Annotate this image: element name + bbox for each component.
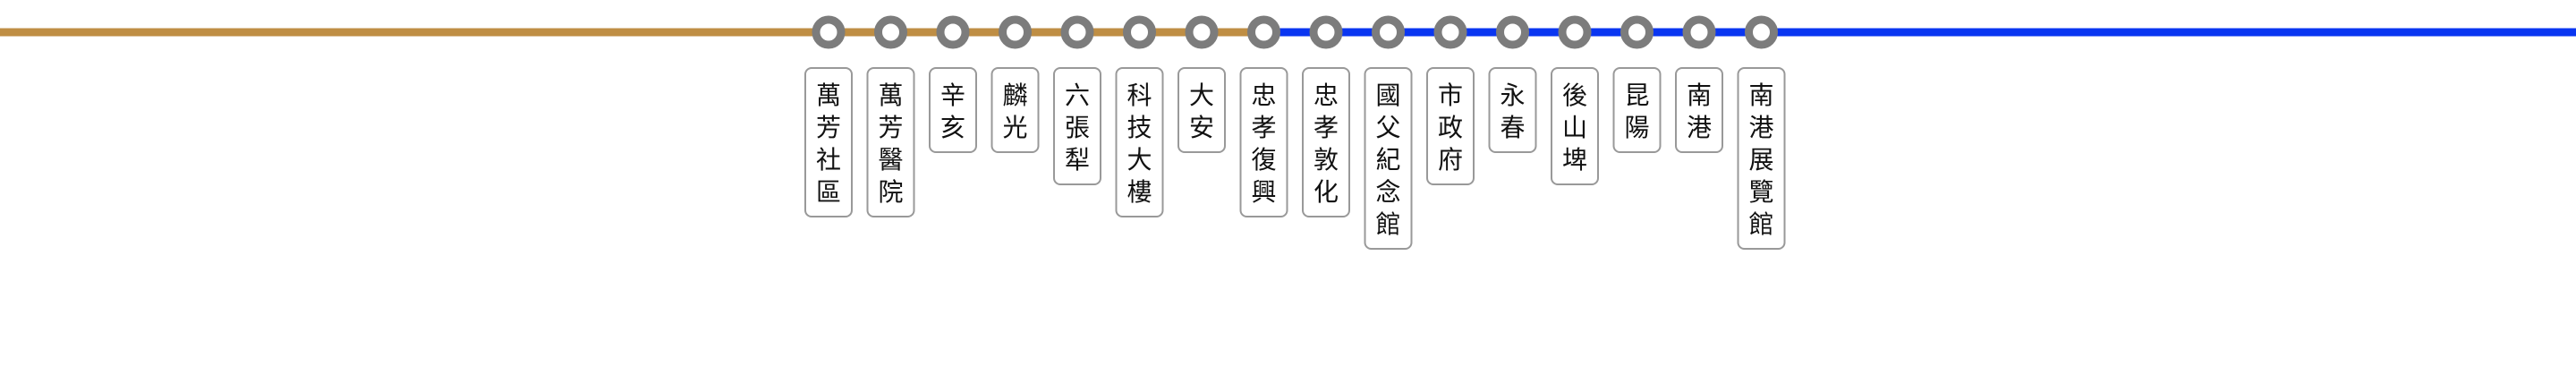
- station-name: 南港展覽館: [1748, 81, 1773, 239]
- metro-line-diagram: 萬芳社區萬芳醫院辛亥麟光六張犁科技大樓大安忠孝復興忠孝敦化國父紀念館 市政府永春後…: [0, 15, 2576, 250]
- station-marker-10: [1372, 15, 1405, 49]
- station-marker-3: [936, 15, 970, 49]
- station-marker-9: [1309, 15, 1343, 49]
- station-label-14: 昆陽: [1612, 67, 1662, 153]
- station-marker-16: [1745, 15, 1778, 49]
- station-marker-14: [1620, 15, 1654, 49]
- station-name: 六張犁: [1065, 81, 1090, 175]
- station-marker-6: [1123, 15, 1156, 49]
- station-label-3: 辛亥: [929, 67, 977, 153]
- station-label-12: 永春: [1488, 67, 1537, 153]
- station-marker-7: [1185, 15, 1219, 49]
- station-label-13: 後山埤: [1551, 67, 1599, 185]
- station-label-1: 萬芳社區: [804, 67, 853, 217]
- station-label-8: 忠孝復興: [1239, 67, 1288, 217]
- station-name: 後山埤: [1562, 81, 1587, 175]
- station-name: 國父紀念館: [1375, 81, 1400, 239]
- station-marker-12: [1496, 15, 1529, 49]
- station-marker-2: [874, 15, 907, 49]
- station-labels: 萬芳社區萬芳醫院辛亥麟光六張犁科技大樓大安忠孝復興忠孝敦化國父紀念館 市政府永春後…: [804, 67, 1786, 250]
- station-label-5: 六張犁: [1053, 67, 1101, 185]
- station-marker-5: [1060, 15, 1094, 49]
- station-label-4: 麟光: [990, 67, 1040, 153]
- station-label-9: 忠孝敦化: [1302, 67, 1350, 217]
- station-name: 市政府: [1438, 81, 1463, 175]
- station-label-6: 科技大樓: [1115, 67, 1164, 217]
- station-marker-1: [812, 15, 846, 49]
- station-marker-8: [1247, 15, 1280, 49]
- station-label-7: 大安: [1177, 67, 1226, 153]
- station-label-11: 市政府: [1426, 67, 1475, 185]
- station-label-15: 南港: [1675, 67, 1723, 153]
- station-marker-4: [999, 15, 1032, 49]
- station-label-10: 國父紀念館: [1364, 67, 1413, 250]
- station-label-16: 南港展覽館: [1737, 67, 1786, 250]
- station-marker-15: [1682, 15, 1716, 49]
- station-label-2: 萬芳醫院: [866, 67, 915, 217]
- station-marker-11: [1433, 15, 1467, 49]
- station-marker-13: [1558, 15, 1592, 49]
